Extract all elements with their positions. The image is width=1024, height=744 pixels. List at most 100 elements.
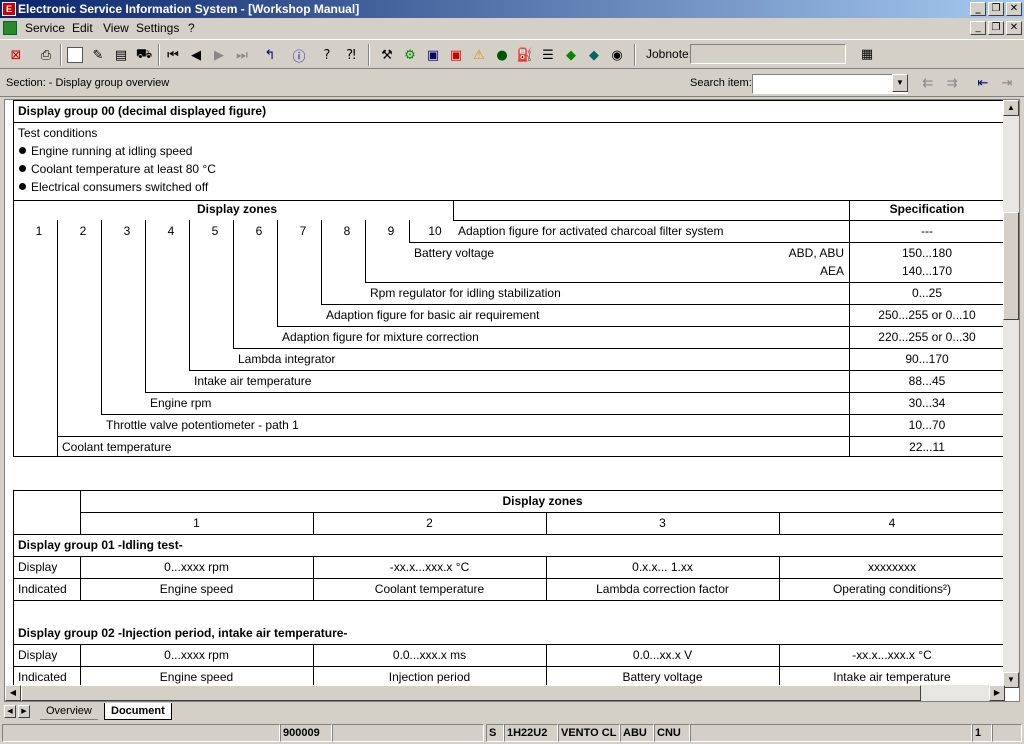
menu-help[interactable]: ? (188, 18, 195, 38)
indicated-value: Operating conditions²) (832, 582, 952, 596)
display-zones-header-2: Display zones (502, 494, 583, 508)
document-icon (3, 21, 17, 35)
jobnote-edit-icon[interactable]: ▦ (856, 43, 878, 65)
doc-close-button[interactable]: ✕ (1006, 21, 1022, 35)
status-bar: 900009 S 1H22U2 VENTO CL ABU CNU 1 (0, 722, 1024, 744)
test-conditions-label: Test conditions (18, 126, 98, 140)
spec-value: 22...11 (909, 440, 945, 454)
display-group-01-title: Display group 01 -Idling test- (18, 538, 183, 552)
bullet-icon (19, 147, 26, 154)
section-bar: Section: - Display group overview Search… (0, 71, 1024, 97)
indicated-value: Engine speed (159, 670, 234, 684)
back-icon[interactable]: ↰ (259, 44, 281, 66)
jobnote-label: Jobnote: (646, 47, 693, 61)
scroll-down-icon[interactable]: ▼ (1003, 672, 1019, 688)
diagnosis-icon[interactable]: ⚙ (399, 44, 421, 66)
scroll-up-icon[interactable]: ▲ (1003, 100, 1019, 116)
menu-service[interactable]: Service (25, 18, 65, 38)
row-label: Lambda integrator (238, 352, 336, 366)
document-edit-icon[interactable]: ◆ (583, 44, 605, 66)
scroll-left-icon[interactable]: ◀ (5, 685, 21, 701)
first-page-icon[interactable]: ⏮ (162, 44, 184, 66)
condition-2: Coolant temperature at least 80 °C (31, 162, 216, 176)
new-document-icon[interactable] (64, 44, 86, 66)
exit-icon[interactable]: ⊠ (5, 44, 27, 66)
warning-icon[interactable]: ⚠ (468, 44, 490, 66)
tools-icon[interactable]: ⚒ (376, 44, 398, 66)
tab-strip: ◀ ▶ Overview Document (0, 703, 1024, 721)
collapse-icon[interactable]: ⇤ (972, 72, 994, 94)
info-icon[interactable]: ⓘ (288, 44, 310, 66)
zone-number: 8 (343, 224, 351, 238)
status-model: VENTO CL (558, 724, 620, 742)
vertical-scrollbar[interactable]: ▲ ▼ (1003, 100, 1019, 688)
tab-next-icon[interactable]: ▶ (18, 705, 30, 718)
restore-button[interactable]: ❐ (988, 2, 1004, 16)
hscroll-thumb[interactable] (21, 685, 921, 701)
menu-bar: Service Edit View Settings ? (0, 18, 1024, 38)
search-input[interactable] (752, 74, 908, 94)
menu-view[interactable]: View (103, 18, 129, 38)
scroll-thumb[interactable] (1003, 212, 1019, 320)
search-back-icon[interactable]: ⇇ (917, 72, 939, 94)
status-page: 1 (972, 724, 992, 742)
context-help-icon[interactable]: ⁈ (340, 44, 362, 66)
repair-book-icon[interactable]: ▣ (445, 44, 467, 66)
vehicle-icon[interactable]: ⛟ (133, 44, 155, 66)
edit-document-icon[interactable]: ✎ (87, 44, 109, 66)
indicated-row-label: Indicated (18, 582, 67, 596)
tab-prev-icon[interactable]: ◀ (4, 705, 16, 718)
eye-icon[interactable]: ◉ (606, 44, 628, 66)
doc-minimize-button[interactable]: _ (970, 21, 986, 35)
doc-restore-button[interactable]: ❐ (988, 21, 1004, 35)
minimize-button[interactable]: _ (970, 2, 986, 16)
document-view-icon[interactable]: ◆ (560, 44, 582, 66)
last-page-icon[interactable]: ⏭ (231, 44, 253, 66)
zone-number: 3 (123, 224, 131, 238)
menu-settings[interactable]: Settings (136, 18, 179, 38)
row-label: Coolant temperature (62, 440, 172, 454)
zone-number: 5 (211, 224, 219, 238)
zone-number: 6 (255, 224, 263, 238)
jobnote-field[interactable] (690, 44, 846, 64)
menu-edit[interactable]: Edit (72, 18, 93, 38)
status-code: 900009 (280, 724, 332, 742)
zone-col-4: 4 (888, 516, 896, 530)
row-label: Battery voltage (414, 246, 495, 260)
zone-number: 9 (387, 224, 395, 238)
next-page-icon[interactable]: ▶ (208, 44, 230, 66)
tab-overview[interactable]: Overview (40, 703, 98, 720)
fuel-icon[interactable]: ⛽ (514, 44, 536, 66)
indicated-row-label: Indicated (18, 670, 67, 684)
previous-page-icon[interactable]: ◀ (185, 44, 207, 66)
expand-icon[interactable]: ⇥ (996, 72, 1018, 94)
print-icon[interactable]: ⎙ (35, 44, 57, 66)
specification-header: Specification (889, 202, 965, 216)
tab-document[interactable]: Document (104, 703, 172, 720)
zone-number: 2 (79, 224, 87, 238)
horizontal-scrollbar[interactable]: ◀ ▶ (5, 685, 1005, 701)
spec-value: 250...255 or 0...10 (878, 308, 976, 322)
spec-value: 30...34 (908, 396, 946, 410)
zone-number: 10 (428, 224, 442, 238)
help-icon[interactable]: ? (316, 44, 338, 66)
search-forward-icon[interactable]: ⇉ (941, 72, 963, 94)
notes-icon[interactable]: ▤ (110, 44, 132, 66)
close-button[interactable]: ✕ (1006, 2, 1022, 16)
spec-value: --- (921, 224, 933, 238)
spec-value: 0...25 (911, 286, 943, 300)
indicated-value: Intake air temperature (833, 670, 951, 684)
title-bar: E Electronic Service Information System … (0, 0, 1024, 18)
display-zones-header: Display zones (196, 202, 278, 216)
list-icon[interactable]: ☰ (537, 44, 559, 66)
globe-icon[interactable]: ● (491, 44, 513, 66)
manual-icon[interactable]: ▣ (422, 44, 444, 66)
variant-label: ABD, ABU (788, 246, 844, 260)
display-value: -xx.x...xxx.x °C (852, 648, 932, 662)
indicated-value: Lambda correction factor (596, 582, 729, 596)
spec-value: 220...255 or 0...30 (878, 330, 976, 344)
zone-number: 7 (299, 224, 307, 238)
status-engine: 1H22U2 (504, 724, 558, 742)
scroll-right-icon[interactable]: ▶ (989, 685, 1005, 701)
display-group-02-title: Display group 02 -Injection period, inta… (18, 626, 348, 640)
